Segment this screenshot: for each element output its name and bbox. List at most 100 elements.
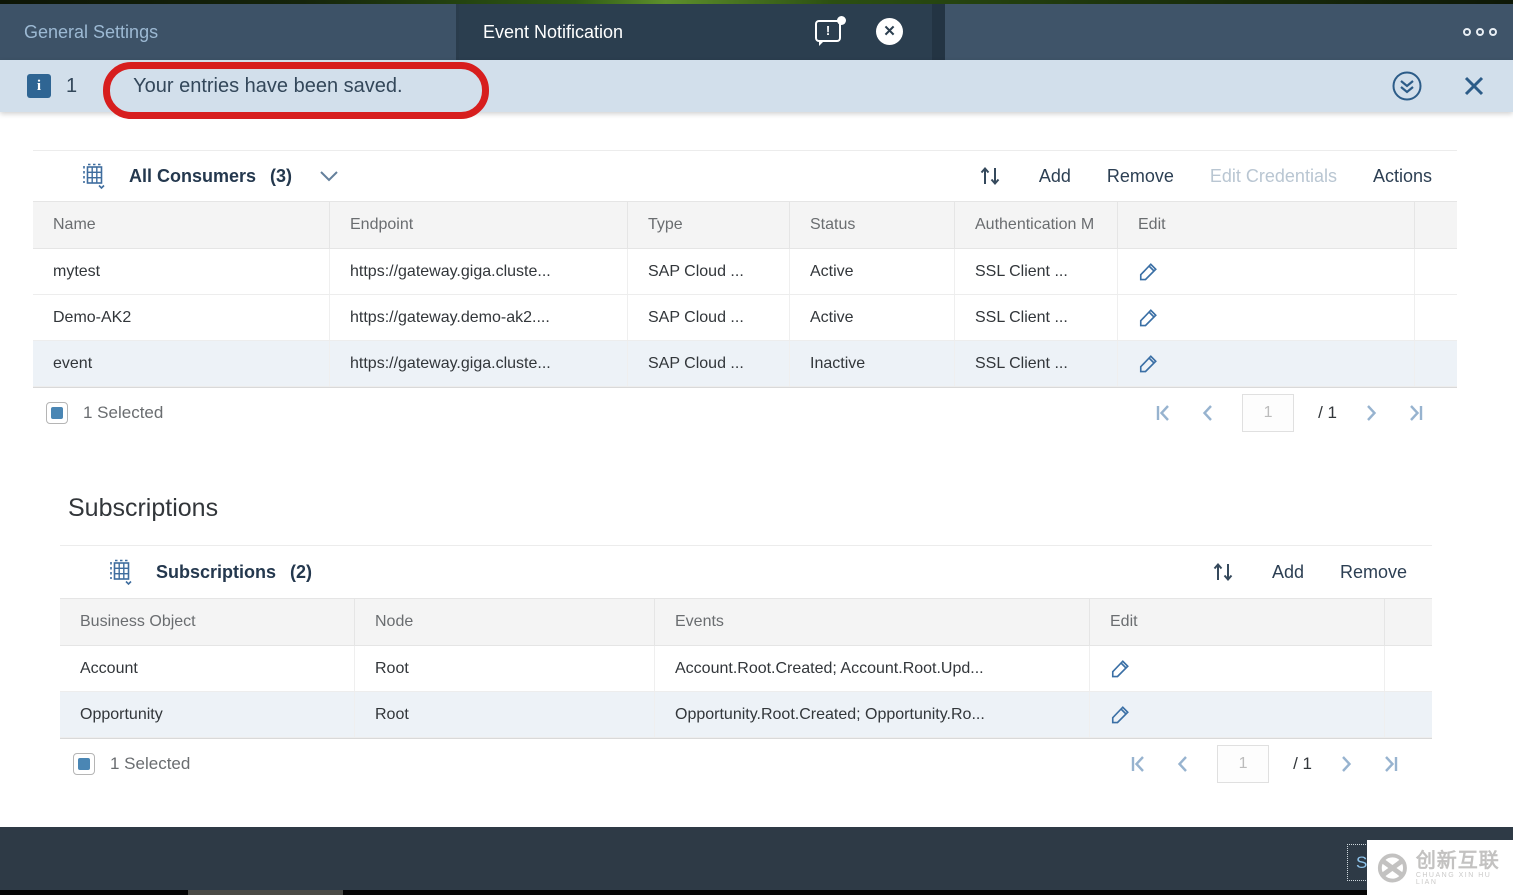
tab-general-settings-label: General Settings xyxy=(24,22,158,43)
message-text: Your entries have been saved. xyxy=(133,75,402,98)
watermark-en-text: CHUANG XIN HU LIAN xyxy=(1416,872,1513,886)
cell-status: Active xyxy=(790,295,955,340)
subscriptions-title: Subscriptions xyxy=(156,562,276,583)
tab-event-notification-label: Event Notification xyxy=(483,22,623,43)
sort-icon[interactable] xyxy=(977,163,1003,189)
cell-empty xyxy=(1415,341,1457,386)
edit-pencil-icon[interactable] xyxy=(1138,308,1158,328)
first-page-icon[interactable] xyxy=(1129,754,1149,774)
add-subscription-button[interactable]: Add xyxy=(1272,562,1304,583)
cell-auth: SSL Client ... xyxy=(955,341,1118,386)
consumers-title: All Consumers xyxy=(129,166,256,187)
edit-credentials-button[interactable]: Edit Credentials xyxy=(1210,166,1337,187)
consumers-toolbar: All Consumers (3) Add Remove Edit Creden… xyxy=(33,151,1457,201)
tab-close-icon[interactable]: ✕ xyxy=(876,18,903,45)
cell-name: Demo-AK2 xyxy=(33,295,330,340)
expand-messages-icon[interactable] xyxy=(1391,70,1423,102)
message-count: 1 xyxy=(66,75,77,98)
previous-page-icon[interactable] xyxy=(1173,754,1193,774)
table-row[interactable]: Demo-AK2 https://gateway.demo-ak2.... SA… xyxy=(33,295,1457,341)
remove-subscription-button[interactable]: Remove xyxy=(1340,562,1407,583)
page-number-input[interactable] xyxy=(1242,394,1294,432)
cell-events: Opportunity.Root.Created; Opportunity.Ro… xyxy=(655,692,1090,737)
column-header-status: Status xyxy=(790,202,955,248)
remove-consumer-button[interactable]: Remove xyxy=(1107,166,1174,187)
consumers-variant-selector[interactable]: All Consumers (3) xyxy=(79,162,340,190)
consumers-header-row: Name Endpoint Type Status Authentication… xyxy=(33,201,1457,249)
cell-name: mytest xyxy=(33,249,330,294)
column-header-empty xyxy=(1385,599,1432,645)
selected-count-label: 1 Selected xyxy=(83,403,163,423)
table-row[interactable]: mytest https://gateway.giga.cluste... SA… xyxy=(33,249,1457,295)
selected-count-label: 1 Selected xyxy=(110,754,190,774)
column-header-business-object: Business Object xyxy=(60,599,355,645)
edit-pencil-icon[interactable] xyxy=(1138,262,1158,282)
next-page-icon[interactable] xyxy=(1336,754,1356,774)
column-header-events: Events xyxy=(655,599,1090,645)
cell-type: SAP Cloud ... xyxy=(628,295,790,340)
table-row[interactable]: Account Root Account.Root.Created; Accou… xyxy=(60,646,1432,692)
cell-status: Active xyxy=(790,249,955,294)
last-page-icon[interactable] xyxy=(1405,403,1425,423)
cell-auth: SSL Client ... xyxy=(955,295,1118,340)
table-row-selected[interactable]: event https://gateway.giga.cluste... SAP… xyxy=(33,341,1457,387)
table-grid-icon xyxy=(79,162,107,190)
notification-bubble-icon[interactable]: ! xyxy=(815,20,841,42)
select-all-checkbox[interactable] xyxy=(73,753,95,775)
chevron-down-icon xyxy=(318,169,340,183)
page-number-input[interactable] xyxy=(1217,745,1269,783)
tab-event-notification[interactable]: Event Notification ! ✕ xyxy=(459,4,932,60)
column-header-type: Type xyxy=(628,202,790,248)
watermark: 创新互联 CHUANG XIN HU LIAN xyxy=(1367,840,1513,895)
edit-pencil-icon[interactable] xyxy=(1110,659,1130,679)
previous-page-icon[interactable] xyxy=(1198,403,1218,423)
cell-node: Root xyxy=(355,646,655,691)
add-consumer-button[interactable]: Add xyxy=(1039,166,1071,187)
subscriptions-count: (2) xyxy=(290,562,312,583)
cell-business-object: Account xyxy=(60,646,355,691)
first-page-icon[interactable] xyxy=(1154,403,1174,423)
edit-pencil-icon[interactable] xyxy=(1138,354,1158,374)
cell-name: event xyxy=(33,341,330,386)
page-total-label: / 1 xyxy=(1293,754,1312,774)
cell-edit xyxy=(1118,295,1415,340)
cell-type: SAP Cloud ... xyxy=(628,341,790,386)
consumers-table-card: All Consumers (3) Add Remove Edit Creden… xyxy=(33,150,1457,437)
next-page-icon[interactable] xyxy=(1361,403,1381,423)
edit-pencil-icon[interactable] xyxy=(1110,705,1130,725)
last-page-icon[interactable] xyxy=(1380,754,1400,774)
cell-auth: SSL Client ... xyxy=(955,249,1118,294)
tab-separator xyxy=(932,4,945,60)
select-all-checkbox[interactable] xyxy=(46,402,68,424)
subscriptions-section-heading: Subscriptions xyxy=(68,494,218,523)
actions-button[interactable]: Actions xyxy=(1373,166,1432,187)
cell-status: Inactive xyxy=(790,341,955,386)
column-header-edit: Edit xyxy=(1118,202,1415,248)
sort-icon[interactable] xyxy=(1210,559,1236,585)
subscriptions-variant-selector[interactable]: Subscriptions (2) xyxy=(106,558,312,586)
footer-bar: Save xyxy=(0,827,1513,890)
cell-business-object: Opportunity xyxy=(60,692,355,737)
column-header-edit: Edit xyxy=(1090,599,1385,645)
overflow-menu-icon[interactable] xyxy=(1463,28,1497,36)
cell-empty xyxy=(1415,249,1457,294)
page-total-label: / 1 xyxy=(1318,403,1337,423)
cell-edit xyxy=(1118,341,1415,386)
close-message-bar-icon[interactable] xyxy=(1461,73,1487,99)
info-icon: i xyxy=(27,74,51,98)
cell-endpoint: https://gateway.demo-ak2.... xyxy=(330,295,628,340)
table-row-selected[interactable]: Opportunity Root Opportunity.Root.Create… xyxy=(60,692,1432,738)
cell-endpoint: https://gateway.giga.cluste... xyxy=(330,341,628,386)
tab-general-settings[interactable]: General Settings xyxy=(0,4,459,60)
taskbar-strip xyxy=(0,890,1513,895)
page-content: All Consumers (3) Add Remove Edit Creden… xyxy=(0,112,1513,827)
subscriptions-header-row: Business Object Node Events Edit xyxy=(60,598,1432,646)
subscriptions-pager: / 1 xyxy=(1129,745,1432,783)
screen: General Settings Event Notification ! ✕ … xyxy=(0,0,1513,895)
cell-type: SAP Cloud ... xyxy=(628,249,790,294)
cell-empty xyxy=(1415,295,1457,340)
watermark-logo-icon xyxy=(1375,850,1410,886)
column-header-name: Name xyxy=(33,202,330,248)
notification-badge-dot xyxy=(837,16,846,25)
tab-bar-empty-area xyxy=(945,4,1513,60)
